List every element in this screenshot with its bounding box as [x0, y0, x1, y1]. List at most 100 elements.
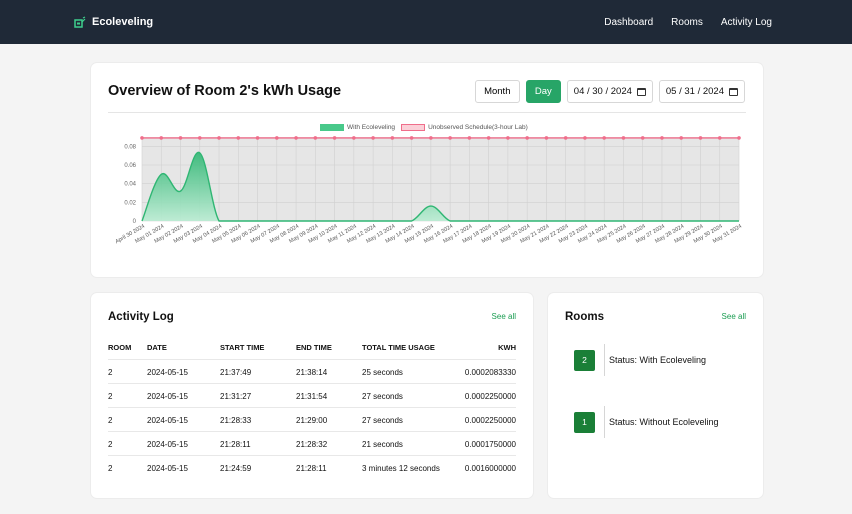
series-point-unobserved — [583, 136, 587, 140]
day-button[interactable]: Day — [525, 80, 561, 103]
series-point-unobserved — [506, 136, 510, 140]
legend-item-with-ecoleveling[interactable]: With Ecoleveling — [320, 124, 395, 131]
end-date-value: 05 / 31 / 2024 — [665, 86, 724, 97]
cell-date: 2024-05-15 — [147, 367, 188, 377]
start-date-value: 04 / 30 / 2024 — [573, 86, 632, 97]
series-point-unobserved — [159, 136, 164, 140]
cell-kwh: 0.0016000000 — [464, 463, 516, 473]
room-item[interactable]: 2 Status: With Ecoleveling — [574, 344, 706, 376]
series-point-unobserved — [640, 136, 645, 140]
room-separator — [604, 406, 605, 438]
calendar-icon[interactable] — [729, 87, 738, 96]
series-point-unobserved — [294, 136, 298, 140]
header-date: DATE — [147, 342, 167, 352]
rooms-card: Rooms See all 2 Status: With Ecoleveling… — [548, 293, 763, 498]
cell-kwh: 0.0002083330 — [464, 367, 516, 377]
y-tick-label: 0.04 — [124, 182, 136, 188]
y-tick-label: 0.06 — [124, 163, 136, 169]
room-number-badge: 1 — [574, 411, 595, 433]
series-point-unobserved — [332, 136, 337, 140]
table-row: 2 2024-05-15 21:31:27 21:31:54 27 second… — [108, 383, 516, 407]
plug-icon — [74, 15, 86, 28]
header-end-time: END TIME — [296, 342, 332, 352]
cell-end-time: 21:31:54 — [296, 391, 328, 401]
series-point-unobserved — [737, 136, 741, 140]
series-point-unobserved — [544, 136, 549, 140]
series-point-unobserved — [236, 136, 241, 140]
table-header: ROOM DATE START TIME END TIME TOTAL TIME… — [108, 341, 516, 353]
cell-room: 2 — [108, 439, 113, 449]
legend-label: Unobserved Schedule(3-hour Lab) — [428, 124, 528, 131]
series-point-unobserved — [602, 136, 606, 140]
end-date-input[interactable]: 05 / 31 / 2024 — [658, 80, 745, 103]
cell-end-time: 21:28:11 — [296, 463, 327, 473]
cell-start-time: 21:24:59 — [220, 463, 252, 473]
cell-total-time: 25 seconds — [362, 367, 403, 377]
nav-activity-log[interactable]: Activity Log — [721, 17, 772, 28]
y-tick-label: 0 — [133, 219, 137, 225]
series-point-unobserved — [217, 136, 221, 140]
rooms-see-all-link[interactable]: See all — [722, 312, 746, 321]
cell-room: 2 — [108, 463, 113, 473]
cell-start-time: 21:31:27 — [220, 391, 252, 401]
usage-chart: 00.020.040.060.08April 30 2024May 01 202… — [114, 136, 743, 245]
series-point-unobserved — [255, 136, 260, 140]
cell-end-time: 21:28:32 — [296, 439, 328, 449]
room-item[interactable]: 1 Status: Without Ecoleveling — [574, 406, 719, 438]
calendar-icon[interactable] — [636, 87, 646, 96]
nav-rooms[interactable]: Rooms — [671, 17, 703, 28]
activity-log-title: Activity Log — [108, 311, 174, 323]
series-point-unobserved — [621, 136, 626, 140]
y-tick-label: 0.08 — [124, 144, 136, 150]
series-point-unobserved — [429, 136, 433, 140]
cell-end-time: 21:38:14 — [296, 367, 328, 377]
room-status: Status: With Ecoleveling — [609, 355, 707, 365]
table-row: 2 2024-05-15 21:28:33 21:29:00 27 second… — [108, 407, 516, 431]
header-total-time: TOTAL TIME USAGE — [362, 342, 435, 352]
series-point-unobserved — [390, 136, 395, 140]
series-point-unobserved — [698, 136, 703, 140]
series-point-unobserved — [275, 136, 279, 140]
activity-log-card: Activity Log See all ROOM DATE START TIM… — [91, 293, 533, 498]
nav-dashboard[interactable]: Dashboard — [604, 17, 653, 28]
series-point-unobserved — [197, 136, 202, 140]
cell-date: 2024-05-15 — [147, 415, 188, 425]
start-date-input[interactable]: 04 / 30 / 2024 — [566, 80, 653, 103]
room-separator — [604, 344, 605, 376]
cell-date: 2024-05-15 — [147, 439, 188, 449]
cell-end-time: 21:29:00 — [296, 415, 328, 425]
series-point-unobserved — [525, 136, 529, 140]
y-tick-label: 0.02 — [124, 200, 136, 206]
cell-start-time: 21:37:49 — [220, 367, 252, 377]
series-point-unobserved — [448, 136, 452, 140]
series-point-unobserved — [371, 136, 375, 140]
cell-total-time: 3 minutes 12 seconds — [362, 463, 440, 473]
cell-total-time: 27 seconds — [362, 415, 403, 425]
legend-swatch-red — [401, 124, 426, 131]
table-row: 2 2024-05-15 21:28:11 21:28:32 21 second… — [108, 431, 516, 455]
table-row: 2 2024-05-15 21:24:59 21:28:11 3 minutes… — [108, 455, 516, 479]
cell-room: 2 — [108, 415, 113, 425]
series-point-unobserved — [717, 136, 722, 140]
month-button[interactable]: Month — [474, 80, 520, 103]
legend-item-unobserved[interactable]: Unobserved Schedule(3-hour Lab) — [401, 124, 528, 131]
series-point-unobserved — [409, 136, 414, 140]
overview-card: Overview of Room 2's kWh Usage Month Day… — [91, 63, 763, 277]
cell-kwh: 0.0002250000 — [464, 415, 516, 425]
header-start-time: START TIME — [220, 342, 265, 352]
header-kwh: KWH — [498, 342, 516, 352]
table-row: 2 2024-05-15 21:37:49 21:38:14 25 second… — [108, 359, 516, 383]
cell-start-time: 21:28:11 — [220, 439, 251, 449]
cell-kwh: 0.0002250000 — [464, 391, 516, 401]
chart-legend: With Ecoleveling Unobserved Schedule(3-h… — [320, 124, 528, 131]
series-point-unobserved — [467, 136, 472, 140]
activity-log-see-all-link[interactable]: See all — [492, 312, 516, 321]
series-point-unobserved — [679, 136, 684, 140]
series-point-unobserved — [563, 136, 568, 140]
header-room: ROOM — [108, 342, 132, 352]
rooms-title: Rooms — [565, 311, 604, 323]
cell-start-time: 21:28:33 — [220, 415, 252, 425]
brand-name: Ecoleveling — [92, 16, 154, 28]
cell-total-time: 27 seconds — [362, 391, 403, 401]
brand[interactable]: Ecoleveling — [74, 15, 154, 29]
